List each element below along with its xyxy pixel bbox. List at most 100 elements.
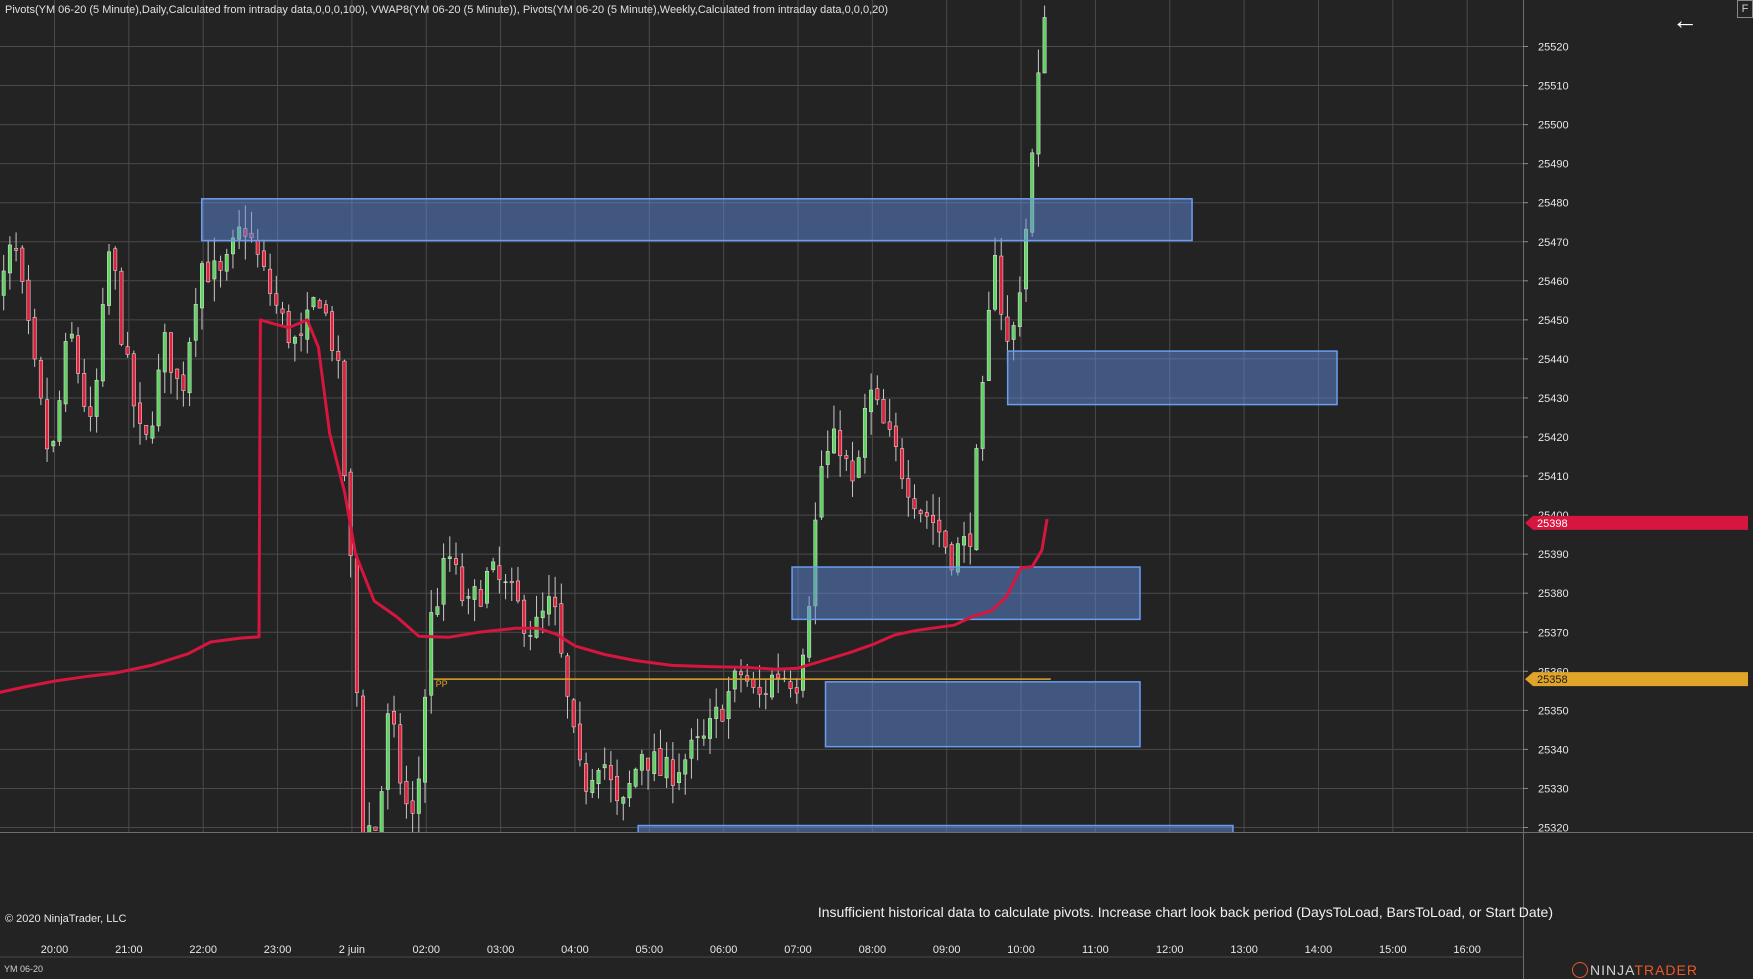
float-button[interactable]: F <box>1737 0 1753 18</box>
candle-up <box>441 558 446 605</box>
candle-up <box>63 341 68 405</box>
candle-up <box>831 428 836 454</box>
candle-down <box>881 399 886 424</box>
candle-up <box>639 754 644 771</box>
x-tick-label: 02:00 <box>412 944 440 956</box>
candle-up <box>162 332 167 373</box>
candle-up <box>596 769 601 785</box>
candle-down <box>924 512 929 517</box>
candle-down <box>38 360 43 399</box>
candle-up <box>472 586 477 600</box>
candle-up <box>416 778 421 814</box>
candle-up <box>695 736 700 738</box>
price-zone <box>824 681 1141 748</box>
candle-up <box>683 759 688 775</box>
pivot-warning: Insufficient historical data to calculat… <box>817 904 1553 920</box>
candle-up <box>664 756 669 779</box>
indicator-label: Pivots(YM 06-20 (5 Minute),Daily,Calcula… <box>5 4 889 16</box>
candle-down <box>739 671 743 676</box>
x-tick-label: 15:00 <box>1379 944 1407 956</box>
candle-up <box>726 691 731 720</box>
candle-down <box>175 368 180 379</box>
y-tick-label: 25390 <box>1538 549 1569 561</box>
candle-down <box>181 374 186 391</box>
x-tick-label: 04:00 <box>561 944 589 956</box>
candle-down <box>268 268 273 294</box>
candle-down <box>410 800 415 814</box>
candle-up <box>732 670 737 690</box>
candle-down <box>45 399 50 450</box>
candle-up <box>466 596 471 599</box>
candle-down <box>1005 316 1010 342</box>
back-arrow-icon[interactable]: ← <box>1672 5 1698 35</box>
candle-down <box>763 693 768 695</box>
candle-up <box>150 425 155 439</box>
candle-down <box>912 498 917 510</box>
candle-down <box>261 250 266 267</box>
candle-down <box>893 425 898 447</box>
candle-up <box>528 635 533 637</box>
candle-up <box>100 304 105 382</box>
candle-down <box>565 655 570 697</box>
candle-down <box>138 402 142 424</box>
candle-down <box>646 757 651 771</box>
y-tick-label: 25410 <box>1538 471 1569 483</box>
candle-down <box>119 270 124 345</box>
candle-up <box>825 451 830 465</box>
plot-area: PP <box>0 5 1338 832</box>
candle-down <box>354 558 359 693</box>
candle-up <box>429 612 434 696</box>
candle-up <box>379 791 384 832</box>
price-chart[interactable]: 2532025330253402535025360253702538025390… <box>0 0 1753 979</box>
candle-down <box>931 514 936 523</box>
instrument-label: YM 06-20 <box>4 964 44 974</box>
price-zone <box>791 566 1141 621</box>
candle-down <box>454 558 458 565</box>
candle-up <box>200 263 204 309</box>
x-tick-label: 20:00 <box>41 944 69 956</box>
candle-up <box>311 297 316 308</box>
candle-down <box>577 723 582 761</box>
candle-down <box>615 775 620 802</box>
candle-up <box>974 448 979 551</box>
candle-up <box>590 779 595 793</box>
candle-up <box>94 379 99 417</box>
candle-up <box>540 610 545 619</box>
candle-down <box>323 304 328 314</box>
candle-up <box>856 457 861 478</box>
candle-down <box>900 448 905 480</box>
candle-up <box>212 260 217 280</box>
candle-up <box>1042 17 1047 74</box>
candle-down <box>937 519 942 533</box>
candle-down <box>670 759 675 786</box>
y-tick-label: 25330 <box>1538 783 1569 795</box>
candle-down <box>218 261 223 271</box>
candle-down <box>361 695 366 832</box>
candle-up <box>51 441 56 447</box>
candle-down <box>776 673 781 679</box>
candle-down <box>144 424 149 435</box>
candle-up <box>292 336 297 344</box>
candle-up <box>801 654 805 691</box>
candle-down <box>398 724 403 784</box>
candle-up <box>819 466 824 518</box>
y-tick-label: 25490 <box>1538 159 1569 171</box>
y-tick-label: 25460 <box>1538 276 1569 288</box>
candle-down <box>918 510 923 514</box>
ninjatrader-logo-icon <box>1572 962 1588 978</box>
candle-up <box>627 783 632 799</box>
candle-down <box>658 748 663 776</box>
candle-down <box>571 699 576 728</box>
candle-up <box>708 718 712 739</box>
pivot-price-badge-text: 25358 <box>1537 674 1568 686</box>
candle-up <box>869 389 874 413</box>
candle-up <box>224 254 229 272</box>
candle-down <box>999 255 1004 315</box>
logo-prefix: NINJA <box>1590 962 1635 978</box>
y-tick-label: 25480 <box>1538 198 1569 210</box>
candle-down <box>887 421 892 430</box>
candle-up <box>993 255 997 310</box>
y-tick-label: 25320 <box>1538 823 1569 835</box>
logo-suffix: TRADER <box>1634 962 1698 978</box>
candle-up <box>385 713 390 790</box>
